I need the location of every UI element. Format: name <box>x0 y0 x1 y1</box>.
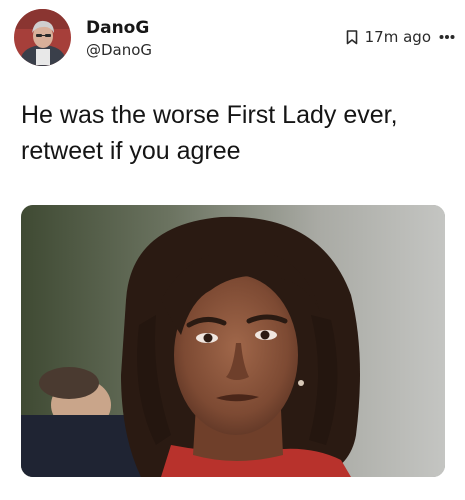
post-text-line: He was the worse First Lady ever, <box>21 101 398 129</box>
photo-of-woman-frowning <box>21 205 445 477</box>
author-avatar[interactable] <box>14 9 71 66</box>
post-image[interactable] <box>21 205 445 477</box>
person-avatar-icon <box>14 9 71 66</box>
bookmark-icon[interactable] <box>346 29 358 45</box>
post-text-line: retweet if you agree <box>21 137 241 165</box>
author-display-name[interactable]: DanoG <box>86 18 149 38</box>
more-options-icon[interactable] <box>439 34 455 40</box>
post-meta: 17m ago <box>346 27 455 47</box>
social-post-card: DanoG @DanoG 17m ago He was the worse Fi… <box>0 0 465 500</box>
author-handle[interactable]: @DanoG <box>86 41 152 59</box>
post-body-text: He was the worse First Lady ever, retwee… <box>21 97 451 169</box>
post-timestamp: 17m ago <box>364 28 431 46</box>
